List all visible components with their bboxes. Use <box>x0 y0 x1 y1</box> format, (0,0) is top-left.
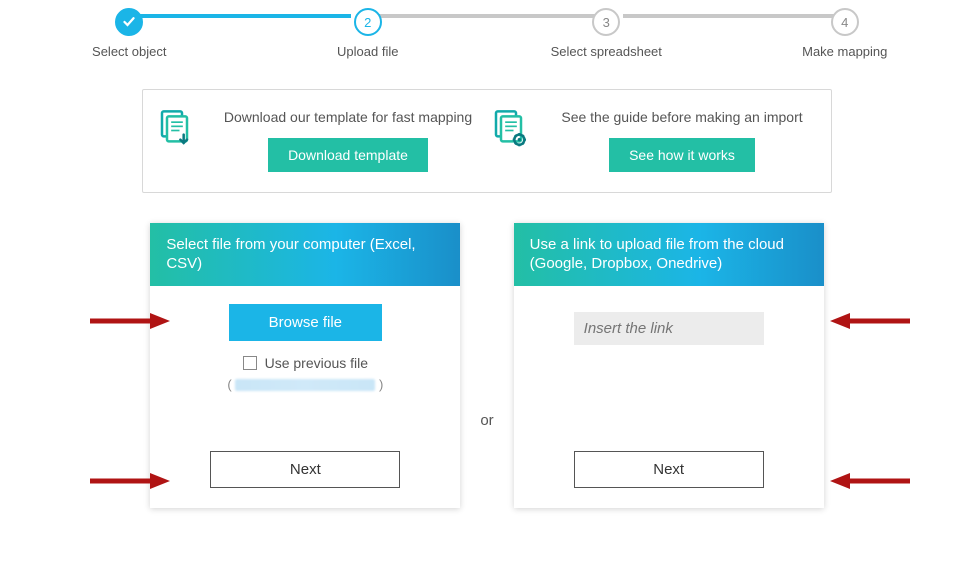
check-icon <box>123 16 135 28</box>
checkbox-icon[interactable] <box>243 356 257 370</box>
info-text-guide: See the guide before making an import <box>553 108 810 128</box>
step-circle: 2 <box>354 8 382 36</box>
arrow-icon <box>830 311 910 331</box>
step-circle-done <box>115 8 143 36</box>
step-label: Make mapping <box>802 44 887 59</box>
card-header-local: Select file from your computer (Excel, C… <box>150 223 460 286</box>
see-how-it-works-button[interactable]: See how it works <box>609 138 755 172</box>
template-download-icon <box>157 108 197 148</box>
step-line-2 <box>379 14 595 18</box>
card-header-cloud: Use a link to upload file from the cloud… <box>514 223 824 286</box>
card-upload-cloud: Use a link to upload file from the cloud… <box>514 223 824 508</box>
stepper: Select object 2 Upload file 3 Select spr… <box>0 0 974 59</box>
use-previous-row[interactable]: Use previous file <box>243 355 369 371</box>
next-button-cloud[interactable]: Next <box>574 451 764 488</box>
step-label: Upload file <box>337 44 398 59</box>
step-label: Select spreadsheet <box>551 44 662 59</box>
cloud-link-input[interactable] <box>574 312 764 345</box>
info-col-guide: See the guide before making an import Se… <box>487 108 821 172</box>
guide-gear-icon <box>491 108 531 148</box>
step-circle: 3 <box>592 8 620 36</box>
next-button-local[interactable]: Next <box>210 451 400 488</box>
info-text-template: Download our template for fast mapping <box>216 108 480 128</box>
previous-file-name: ( ) <box>227 377 383 392</box>
info-col-template: Download our template for fast mapping D… <box>153 108 487 172</box>
download-template-button[interactable]: Download template <box>268 138 428 172</box>
step-line-3 <box>623 14 839 18</box>
browse-file-button[interactable]: Browse file <box>229 304 382 341</box>
arrow-icon <box>830 471 910 491</box>
upload-cards-row: Select file from your computer (Excel, C… <box>0 223 974 508</box>
info-box: Download our template for fast mapping D… <box>142 89 832 193</box>
card-upload-local: Select file from your computer (Excel, C… <box>150 223 460 508</box>
step-line-1 <box>136 14 352 18</box>
step-circle: 4 <box>831 8 859 36</box>
or-separator: or <box>480 412 493 429</box>
step-label: Select object <box>92 44 166 59</box>
use-previous-label: Use previous file <box>265 355 369 371</box>
